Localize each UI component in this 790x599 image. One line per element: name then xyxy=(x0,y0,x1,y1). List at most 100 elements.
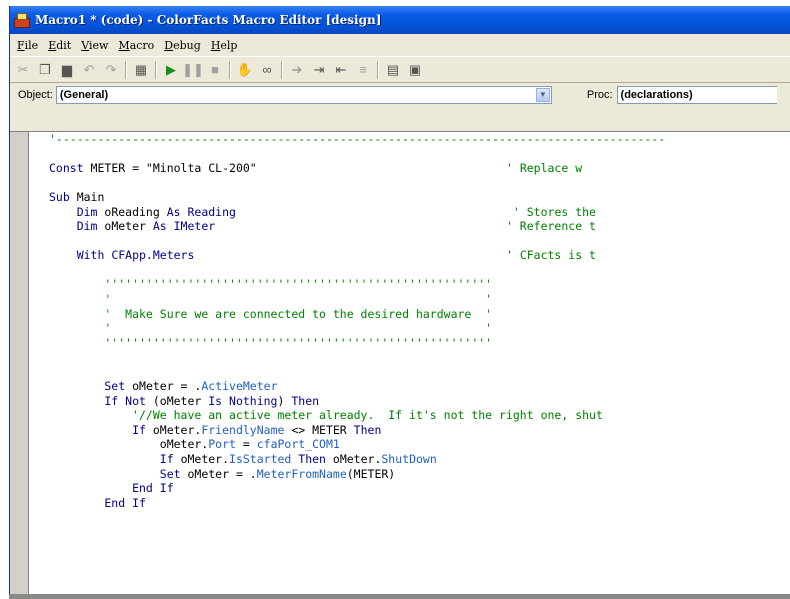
app-icon xyxy=(14,12,30,28)
redo-icon[interactable]: ↷ xyxy=(100,60,122,80)
menu-item-macro[interactable]: Macro xyxy=(113,39,159,52)
object-label: Object: xyxy=(18,89,53,101)
code-token: ' ' xyxy=(49,321,493,336)
menu-item-debug[interactable]: Debug xyxy=(159,39,206,52)
code-token: METER = "Minolta CL-200" xyxy=(90,161,257,176)
undo-icon[interactable]: ↶ xyxy=(78,60,100,80)
code-token: oMeter. xyxy=(332,452,382,467)
code-token: CFApp.Meters xyxy=(111,248,195,263)
code-line[interactable]: ' ' xyxy=(49,292,665,307)
object-procedure-bar: Object: (General) ▼ Proc: (declarations) xyxy=(10,83,790,107)
code-token: Dim xyxy=(49,204,105,219)
code-line[interactable]: Dim oMeter As IMeter ' Reference t xyxy=(49,219,665,234)
code-line[interactable]: ''''''''''''''''''''''''''''''''''''''''… xyxy=(49,336,665,351)
code-token: Then xyxy=(291,393,320,408)
code-token: If Not xyxy=(49,393,153,408)
code-line[interactable] xyxy=(49,234,665,249)
code-line[interactable]: ' Make Sure we are connected to the desi… xyxy=(49,307,665,322)
code-line[interactable]: Set oMeter = .ActiveMeter xyxy=(49,379,665,394)
code-line[interactable]: '//We have an active meter already. If i… xyxy=(49,408,665,423)
code-line[interactable] xyxy=(49,350,665,365)
code-token: ' ' xyxy=(49,292,493,307)
menu-item-edit[interactable]: Edit xyxy=(43,39,76,52)
quick-watch-icon[interactable]: ∞ xyxy=(256,60,278,80)
menu-item-view[interactable]: View xyxy=(76,39,113,52)
run-icon[interactable]: ▶ xyxy=(160,60,182,80)
menu-accelerator: D xyxy=(164,38,174,52)
comment-block-icon[interactable]: ≡ xyxy=(352,60,374,80)
indent-icon[interactable]: ⇥ xyxy=(308,60,330,80)
code-token: ' Reference t xyxy=(215,219,596,234)
code-line[interactable]: Set oMeter = .MeterFromName(METER) xyxy=(49,467,665,482)
code-token: ShutDown xyxy=(381,452,437,467)
code-line[interactable]: ' ' xyxy=(49,321,665,336)
code-token: ) xyxy=(277,393,292,408)
outdent-icon[interactable]: ⇤ xyxy=(330,60,352,80)
code-token: Dim xyxy=(49,219,105,234)
menu-accelerator: V xyxy=(81,38,89,52)
code-token: ' Replace w xyxy=(256,161,583,176)
code-line[interactable] xyxy=(49,263,665,278)
menu-accelerator: M xyxy=(118,38,130,52)
code-token: Is Nothing xyxy=(208,393,278,408)
margin-indicator-bar[interactable] xyxy=(10,132,29,595)
code-line[interactable]: If oMeter.IsStarted Then oMeter.ShutDown xyxy=(49,452,665,467)
code-line[interactable]: End If xyxy=(49,481,665,496)
code-token: '//We have an active meter already. If i… xyxy=(49,408,603,423)
code-line[interactable]: If Not (oMeter Is Nothing) Then xyxy=(49,394,665,409)
code-token: As IMeter xyxy=(152,219,216,234)
object-browser-icon[interactable]: ▤ xyxy=(382,60,404,80)
code-token: Set xyxy=(49,379,133,394)
code-token: ''''''''''''''''''''''''''''''''''''''''… xyxy=(49,277,493,292)
code-token: Set xyxy=(49,466,188,481)
code-line[interactable] xyxy=(49,176,665,191)
code-token: IsStarted xyxy=(229,452,299,467)
menu-label: elp xyxy=(220,38,238,52)
code-token: FriendlyName xyxy=(201,422,285,437)
code-line[interactable]: Dim oReading As Reading ' Stores the xyxy=(49,205,665,220)
code-line[interactable]: Const METER = "Minolta CL-200" ' Replace… xyxy=(49,161,665,176)
menu-label: ile xyxy=(24,38,39,52)
proc-dropdown[interactable]: (declarations) xyxy=(616,86,777,104)
pause-icon[interactable]: ❚❚ xyxy=(182,60,204,80)
menu-item-file[interactable]: File xyxy=(12,39,43,52)
code-line[interactable]: oMeter.Port = cfaPort_COM1 xyxy=(49,437,665,452)
menu-item-help[interactable]: Help xyxy=(206,39,243,52)
menu-label: ebug xyxy=(173,38,201,52)
toolbar-separator xyxy=(229,60,231,79)
object-value: (General) xyxy=(59,89,109,101)
cut-icon[interactable]: ✂ xyxy=(12,60,34,80)
step-into-icon[interactable]: ➔ xyxy=(286,60,308,80)
properties-icon[interactable]: ▣ xyxy=(404,60,426,80)
code-token: As Reading xyxy=(166,204,236,219)
code-token: If xyxy=(49,422,153,437)
title-bar[interactable]: Macro1 * (code) - ColorFacts Macro Edito… xyxy=(10,6,790,34)
toolbar-separator xyxy=(125,60,127,79)
code-line[interactable]: End If xyxy=(49,496,665,511)
code-line[interactable]: If oMeter.FriendlyName <> METER Then xyxy=(49,423,665,438)
code-token: End If xyxy=(49,495,146,510)
stop-icon[interactable]: ■ xyxy=(204,60,226,80)
code-line[interactable] xyxy=(49,365,665,380)
code-area[interactable]: '---------------------------------------… xyxy=(49,132,665,510)
copy-icon[interactable]: ❐ xyxy=(34,60,56,80)
code-editor[interactable]: '---------------------------------------… xyxy=(10,131,790,595)
paste-icon[interactable]: ▆ xyxy=(56,60,78,80)
toggle-breakpoint-icon[interactable]: ✋ xyxy=(234,60,256,80)
code-line[interactable] xyxy=(49,147,665,162)
object-dropdown[interactable]: (General) ▼ xyxy=(55,86,552,104)
code-token: oMeter = . xyxy=(132,379,202,394)
code-line[interactable]: '---------------------------------------… xyxy=(49,132,665,147)
code-token: ActiveMeter xyxy=(201,379,278,394)
code-token: ' Stores the xyxy=(235,204,596,219)
menu-label: iew xyxy=(88,38,109,52)
code-token: = xyxy=(235,437,257,452)
code-line[interactable]: Sub Main xyxy=(49,190,665,205)
code-line[interactable]: ''''''''''''''''''''''''''''''''''''''''… xyxy=(49,277,665,292)
references-icon[interactable]: ▦ xyxy=(130,60,152,80)
code-token: If xyxy=(49,452,181,467)
code-line[interactable]: With CFApp.Meters ' CFacts is t xyxy=(49,248,665,263)
menu-bar: File Edit View Macro Debug Help xyxy=(10,34,790,56)
chevron-down-icon[interactable]: ▼ xyxy=(535,88,550,102)
toolbar-separator xyxy=(155,60,157,79)
